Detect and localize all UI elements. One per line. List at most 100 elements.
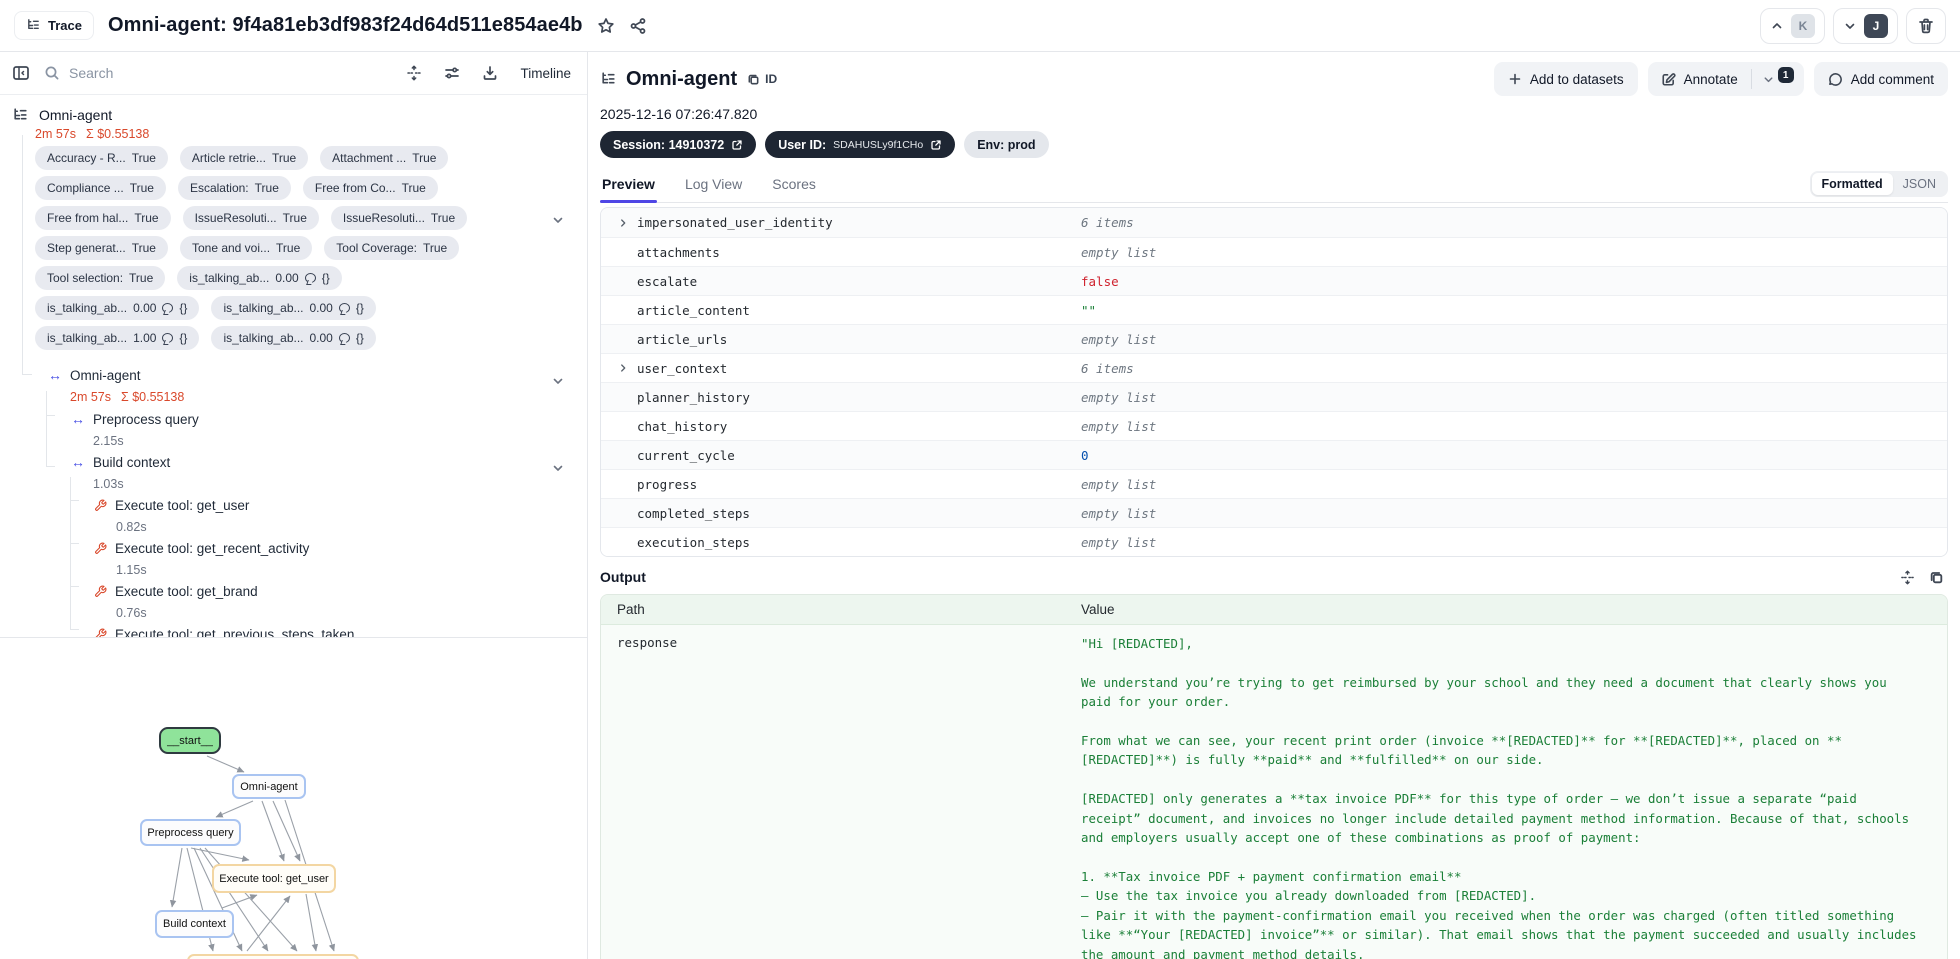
pencil-icon bbox=[1661, 72, 1676, 87]
score-badge[interactable]: is_talking_ab... 0.00 {} bbox=[177, 266, 342, 290]
chevron-right-icon[interactable] bbox=[617, 217, 629, 229]
score-badge[interactable]: Free from hal... True bbox=[35, 206, 171, 230]
trace-span-item[interactable]: Execute tool: get_brand 0.76s bbox=[12, 580, 587, 623]
delete-trace-button[interactable] bbox=[1906, 7, 1946, 44]
state-key-label: chat_history bbox=[637, 418, 728, 434]
score-badge[interactable]: is_talking_ab... 0.00 {} bbox=[211, 296, 376, 320]
session-pill[interactable]: Session: 14910372 bbox=[600, 131, 757, 158]
graph-node-next[interactable] bbox=[187, 954, 359, 959]
add-comment-button[interactable]: Add comment bbox=[1813, 62, 1948, 96]
graph-node-start[interactable]: __start__ bbox=[159, 727, 221, 754]
chevron-right-icon[interactable] bbox=[617, 362, 629, 374]
input-state-table: impersonated_user_identity 6 items attachm… bbox=[600, 207, 1948, 557]
score-badge[interactable]: is_talking_ab... 0.00 {} bbox=[211, 326, 376, 350]
score-badge[interactable]: Compliance ... True bbox=[35, 176, 166, 200]
score-badge-value: True bbox=[129, 181, 154, 195]
score-badges: Accuracy - R... True Article retrie... True… bbox=[35, 146, 507, 350]
state-key-cell: execution_steps bbox=[601, 535, 1081, 550]
copy-output-icon[interactable] bbox=[1929, 570, 1944, 585]
graph-node-omni[interactable]: Omni-agent bbox=[232, 774, 306, 799]
graph-node-exec[interactable]: Execute tool: get_user bbox=[212, 864, 336, 893]
output-section-header: Output bbox=[600, 566, 1948, 588]
score-badge[interactable]: is_talking_ab... 0.00 {} bbox=[35, 296, 200, 320]
trace-breadcrumb-chip[interactable]: Trace bbox=[14, 11, 94, 40]
score-badge[interactable]: Free from Co... True bbox=[302, 176, 438, 200]
expand-all-icon[interactable] bbox=[406, 65, 422, 81]
state-value-cell: "" bbox=[1081, 302, 1097, 318]
comment-bubble-icon bbox=[338, 303, 350, 313]
next-trace-button[interactable]: J bbox=[1833, 7, 1898, 44]
sidebar-header: Timeline bbox=[0, 52, 587, 95]
graph-node-build[interactable]: Build context bbox=[155, 910, 234, 938]
annotate-button[interactable]: Annotate bbox=[1648, 72, 1751, 87]
state-key-label: execution_steps bbox=[637, 534, 750, 550]
trace-span-name: Execute tool: get_recent_activity bbox=[115, 540, 310, 556]
graph-node-preq[interactable]: Preprocess query bbox=[140, 819, 241, 846]
trace-span-item[interactable]: ↔ Build context 1.03s bbox=[12, 451, 587, 494]
trace-span-item[interactable]: ↔ Omni-agent 2m 57s Σ $0.55138 bbox=[12, 364, 587, 408]
search-input[interactable] bbox=[69, 65, 269, 81]
share-button[interactable] bbox=[629, 17, 647, 35]
score-badge-label: is_talking_ab... bbox=[223, 301, 304, 315]
state-key-label: completed_steps bbox=[637, 505, 750, 521]
trash-icon bbox=[1917, 17, 1935, 35]
trace-span-item[interactable]: Execute tool: get_recent_activity 1.15s bbox=[12, 537, 587, 580]
score-badge[interactable]: Article retrie... True bbox=[179, 146, 309, 170]
display-settings-icon[interactable] bbox=[444, 65, 460, 81]
duration-value: 2m 57s bbox=[70, 389, 111, 404]
trace-span-item[interactable]: Execute tool: get_user 0.82s bbox=[12, 494, 587, 537]
previous-trace-button[interactable]: K bbox=[1760, 7, 1825, 44]
score-badge-label: Accuracy - R... bbox=[47, 151, 126, 165]
trace-span-duration: 2m 57s Σ $0.55138 bbox=[70, 386, 587, 407]
format-formatted-option[interactable]: Formatted bbox=[1811, 173, 1893, 195]
score-badge-label: Tool selection: bbox=[47, 271, 124, 285]
state-value-cell: empty list bbox=[1081, 505, 1157, 521]
score-badge[interactable]: IssueResoluti... True bbox=[182, 206, 319, 230]
score-badge-label: Free from hal... bbox=[47, 211, 129, 225]
expand-output-icon[interactable] bbox=[1900, 570, 1915, 585]
state-key-cell: attachments bbox=[601, 245, 1081, 260]
annotate-dropdown[interactable]: 1 bbox=[1752, 67, 1804, 86]
format-json-option[interactable]: JSON bbox=[1893, 173, 1946, 195]
timeline-toggle[interactable]: Timeline bbox=[520, 66, 571, 81]
score-badge[interactable]: Tool Coverage: True bbox=[324, 236, 460, 260]
add-to-datasets-button[interactable]: Add to datasets bbox=[1493, 62, 1638, 96]
env-pill: Env: prod bbox=[964, 131, 1049, 158]
score-badge-value: True bbox=[412, 151, 437, 165]
download-icon[interactable] bbox=[482, 65, 498, 81]
tab-scores[interactable]: Scores bbox=[770, 176, 818, 202]
trace-root-metrics: 2m 57s Σ $0.55138 bbox=[35, 125, 587, 143]
observation-timestamp: 2025-12-16 07:26:47.820 bbox=[600, 106, 758, 122]
trace-span-item[interactable]: Execute tool: get_previous_steps_taken1.… bbox=[12, 623, 587, 637]
score-badge[interactable]: Tone and voi... True bbox=[179, 236, 313, 260]
tab-log-view[interactable]: Log View bbox=[683, 176, 744, 202]
trace-span-item[interactable]: ↔ Preprocess query 2.15s bbox=[12, 408, 587, 451]
score-badge[interactable]: Attachment ... True bbox=[320, 146, 449, 170]
score-badge[interactable]: Tool selection: True bbox=[35, 266, 166, 290]
user-id-pill[interactable]: User ID: SDAHUSLy9f1CHo bbox=[765, 131, 956, 158]
collapse-root-chevron[interactable] bbox=[551, 213, 565, 227]
graph-edge bbox=[221, 894, 258, 909]
trace-root-item[interactable]: Omni-agent bbox=[12, 105, 587, 125]
chev-right-icon bbox=[617, 217, 629, 229]
collapse-span-chevron[interactable] bbox=[551, 374, 565, 388]
collapse-panel-icon[interactable] bbox=[12, 64, 30, 82]
collapse-span-chevron[interactable] bbox=[551, 461, 565, 475]
score-badge[interactable]: Accuracy - R... True bbox=[35, 146, 168, 170]
score-badge-label: Tool Coverage: bbox=[336, 241, 417, 255]
score-badge-value: 0.00 bbox=[133, 301, 157, 315]
bookmark-star-button[interactable] bbox=[597, 17, 615, 35]
state-table-row[interactable]: impersonated_user_identity 6 items bbox=[601, 208, 1947, 237]
state-key-label: planner_history bbox=[637, 389, 750, 405]
score-badge-label: Attachment ... bbox=[332, 151, 407, 165]
score-badge[interactable]: IssueResoluti... True bbox=[330, 206, 468, 230]
tab-preview[interactable]: Preview bbox=[600, 176, 657, 203]
cost-value: Σ $0.55138 bbox=[121, 389, 185, 404]
state-value-cell: 6 items bbox=[1081, 360, 1134, 376]
score-badge[interactable]: is_talking_ab... 1.00 {} bbox=[35, 326, 200, 350]
copy-id-button[interactable]: ID bbox=[747, 72, 777, 86]
score-badge[interactable]: Step generat... True bbox=[35, 236, 168, 260]
score-badge[interactable]: Escalation: True bbox=[177, 176, 291, 200]
state-table-row[interactable]: user_context 6 items bbox=[601, 353, 1947, 382]
graph-edge bbox=[261, 800, 285, 862]
